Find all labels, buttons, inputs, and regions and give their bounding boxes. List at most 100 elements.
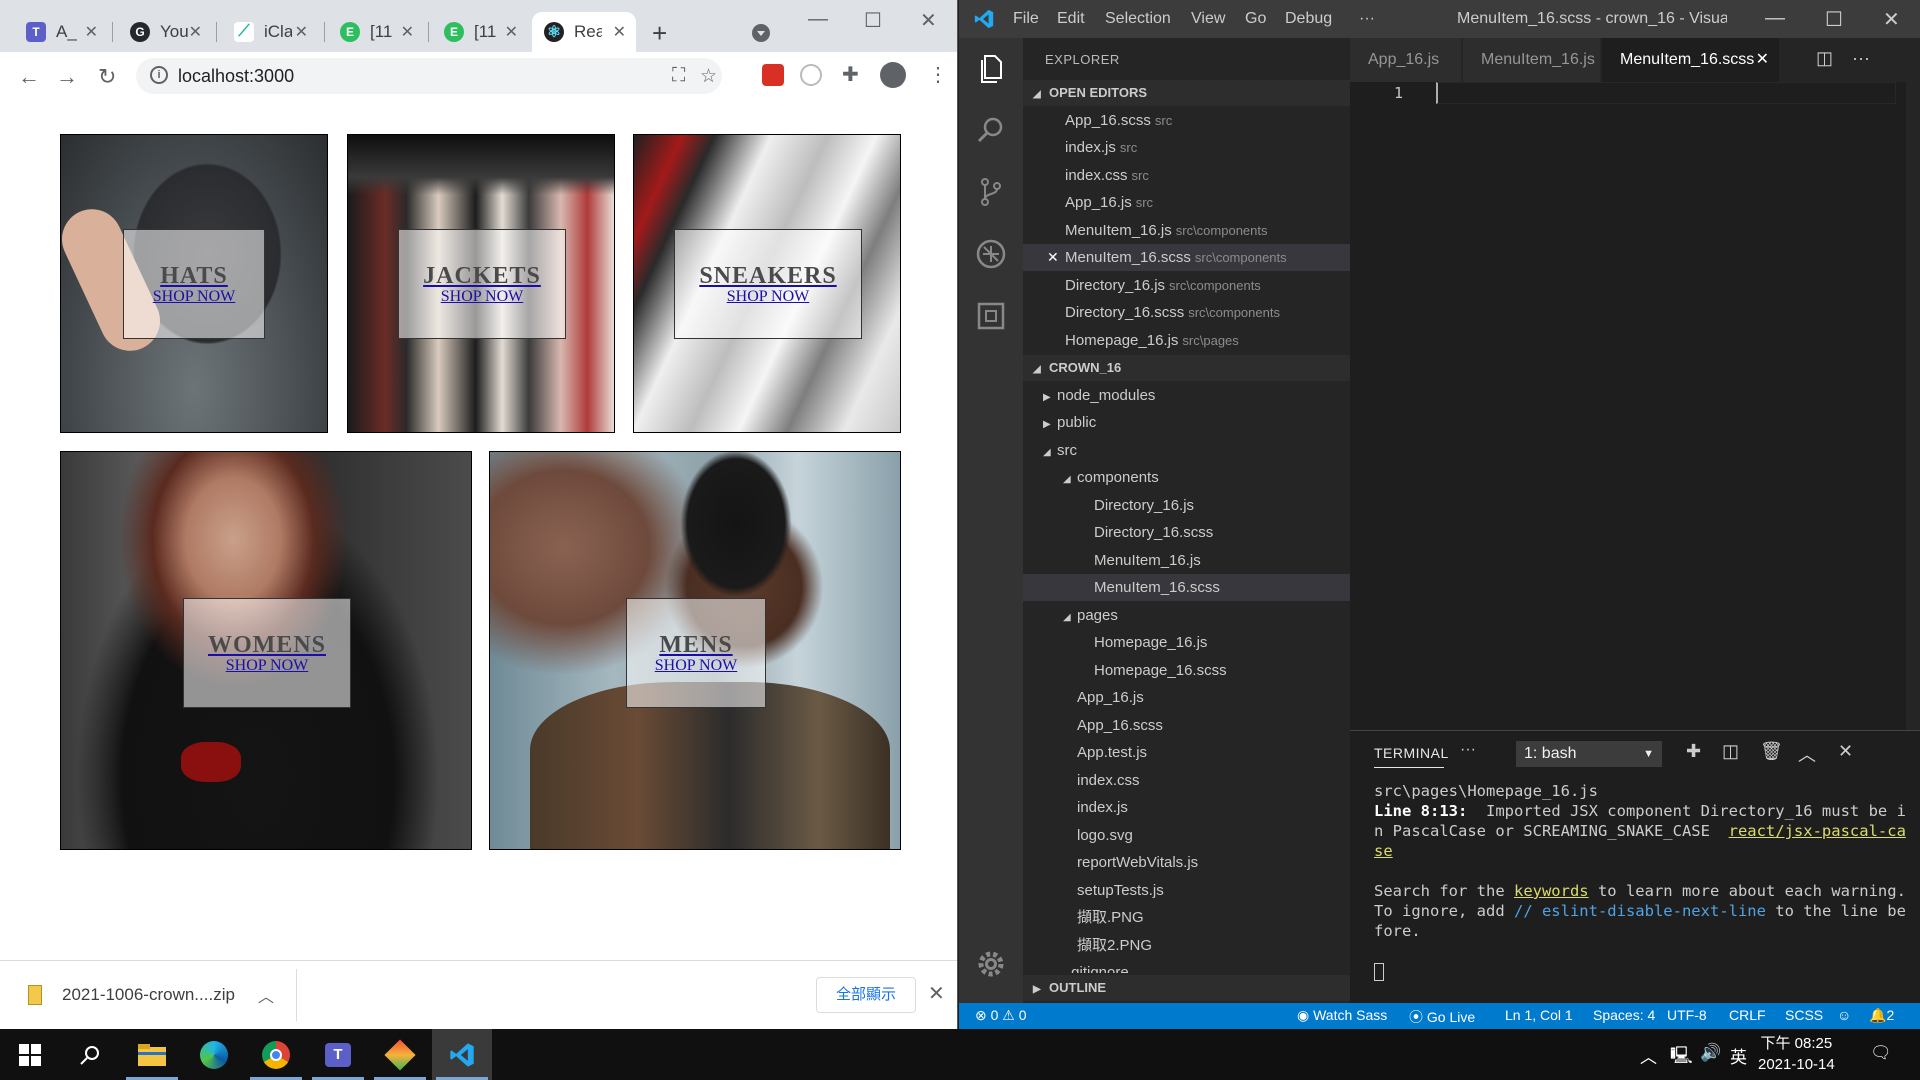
close-icon[interactable]: ✕: [189, 22, 202, 42]
browser-tab[interactable]: E [11 ✕: [328, 12, 424, 52]
scrollbar[interactable]: [1906, 82, 1920, 730]
browser-tab[interactable]: ⟋ iCla ✕: [222, 12, 318, 52]
extensions-icon[interactable]: [975, 300, 1007, 332]
info-icon[interactable]: i: [150, 66, 168, 84]
browser-tab[interactable]: E [11 ✕: [432, 12, 528, 52]
taskbar-edge[interactable]: [184, 1029, 244, 1080]
back-arrow-icon[interactable]: ←: [18, 64, 40, 90]
open-editor-item[interactable]: App_16.scss src: [1023, 107, 1350, 134]
close-icon[interactable]: ✕: [1838, 741, 1853, 762]
menu-item-jackets[interactable]: JACKETS SHOP NOW: [347, 134, 615, 433]
menu-selection[interactable]: Selection: [1105, 10, 1171, 28]
system-clock[interactable]: 下午 08:25 2021-10-14: [1758, 1033, 1835, 1075]
notification-center-icon[interactable]: 🗨: [1870, 1043, 1892, 1063]
plus-icon[interactable]: ✚: [1686, 741, 1701, 762]
trash-icon[interactable]: 🗑: [1760, 741, 1783, 762]
tree-file[interactable]: 擷取.PNG: [1023, 904, 1350, 931]
keywords-link[interactable]: keywords: [1514, 882, 1589, 900]
chevron-up-icon[interactable]: ︿: [258, 983, 274, 1007]
encoding[interactable]: UTF-8: [1667, 1007, 1707, 1023]
close-icon[interactable]: ✕: [295, 22, 308, 42]
editor-tab[interactable]: MenuItem_16.js: [1463, 38, 1601, 82]
more-actions-icon[interactable]: ···: [1852, 48, 1870, 69]
shop-now-link[interactable]: SHOP NOW: [655, 657, 738, 675]
input-method-indicator[interactable]: 英: [1730, 1043, 1747, 1068]
extension-red-icon[interactable]: [762, 64, 784, 86]
open-editor-item[interactable]: Homepage_16.js src\pages: [1023, 327, 1350, 354]
avatar[interactable]: [880, 62, 906, 88]
tree-file[interactable]: index.css: [1023, 767, 1350, 794]
close-icon[interactable]: ✕: [1756, 38, 1769, 82]
tree-file[interactable]: reportWebVitals.js: [1023, 849, 1350, 876]
open-editor-item[interactable]: Directory_16.scss src\components: [1023, 299, 1350, 326]
terminal-selector[interactable]: 1: bash ▼: [1516, 741, 1662, 767]
outline-header[interactable]: ▶ OUTLINE: [1023, 975, 1350, 1001]
show-all-button[interactable]: 全部顯示: [816, 977, 916, 1013]
browser-tab[interactable]: G You ✕: [118, 12, 212, 52]
open-editors-header[interactable]: ◢ OPEN EDITORS: [1023, 80, 1350, 106]
tree-file[interactable]: App_16.scss: [1023, 712, 1350, 739]
menu-debug[interactable]: Debug: [1285, 10, 1332, 28]
taskbar-teams[interactable]: T: [308, 1029, 368, 1080]
gear-icon[interactable]: [975, 948, 1007, 980]
maximize-button[interactable]: ☐: [864, 8, 882, 33]
tree-file[interactable]: Homepage_16.scss: [1023, 657, 1350, 684]
split-terminal-icon[interactable]: ◫: [1722, 741, 1739, 762]
tree-file[interactable]: Homepage_16.js: [1023, 629, 1350, 656]
menu-item-title[interactable]: MENS: [659, 632, 732, 659]
shop-now-link[interactable]: SHOP NOW: [153, 288, 236, 306]
tree-file[interactable]: Directory_16.scss: [1023, 519, 1350, 546]
menu-item-content[interactable]: MENS SHOP NOW: [626, 598, 766, 708]
search-button[interactable]: [60, 1029, 120, 1080]
taskbar-vscode[interactable]: [432, 1029, 492, 1080]
tree-file[interactable]: setupTests.js: [1023, 877, 1350, 904]
menu-go[interactable]: Go: [1245, 10, 1266, 28]
open-editor-item-active[interactable]: ✕ MenuItem_16.scss src\components: [1023, 244, 1350, 271]
open-editor-item[interactable]: index.css src: [1023, 162, 1350, 189]
chevron-up-icon[interactable]: ︿: [1640, 1043, 1657, 1068]
shop-now-link[interactable]: SHOP NOW: [727, 288, 810, 306]
menu-kebab-icon[interactable]: ⋮: [928, 62, 948, 87]
menu-edit[interactable]: Edit: [1057, 10, 1085, 28]
menu-more[interactable]: ···: [1359, 10, 1375, 28]
split-editor-icon[interactable]: ◫: [1816, 48, 1833, 69]
close-window-button[interactable]: ✕: [1883, 7, 1900, 32]
translate-icon[interactable]: ⛶: [672, 65, 685, 87]
menu-file[interactable]: File: [1013, 10, 1039, 28]
close-icon[interactable]: ✕: [928, 981, 945, 1006]
shop-now-link[interactable]: SHOP NOW: [226, 657, 309, 675]
volume-icon[interactable]: 🔊: [1700, 1043, 1721, 1063]
address-bar[interactable]: i localhost:3000 ⛶ ☆: [136, 58, 722, 94]
tree-folder[interactable]: ◢ pages: [1023, 602, 1350, 629]
tree-file[interactable]: App_16.js: [1023, 684, 1350, 711]
taskbar-chrome[interactable]: [246, 1029, 306, 1080]
download-file-name[interactable]: 2021-1006-crown....zip: [62, 985, 235, 1005]
minimize-button[interactable]: —: [808, 8, 828, 31]
watch-sass-button[interactable]: ◉ Watch Sass: [1297, 1007, 1387, 1024]
open-editor-item[interactable]: index.js src: [1023, 134, 1350, 161]
menu-item-mens[interactable]: MENS SHOP NOW: [489, 451, 901, 850]
more-actions-icon[interactable]: ···: [1460, 741, 1476, 759]
close-icon[interactable]: ✕: [85, 22, 98, 42]
tree-file-selected[interactable]: MenuItem_16.scss: [1023, 574, 1350, 601]
go-live-button[interactable]: ⦿ Go Live: [1409, 1007, 1475, 1027]
cursor-position[interactable]: Ln 1, Col 1: [1505, 1007, 1573, 1023]
open-editor-item[interactable]: App_16.js src: [1023, 189, 1350, 216]
open-editor-item[interactable]: MenuItem_16.js src\components: [1023, 217, 1350, 244]
tree-file[interactable]: .gitignore: [1023, 959, 1350, 973]
tree-folder[interactable]: ◢ src: [1023, 437, 1350, 464]
new-tab-button[interactable]: +: [652, 18, 667, 49]
close-icon[interactable]: ✕: [613, 22, 626, 42]
close-icon[interactable]: ✕: [1047, 244, 1059, 271]
search-icon[interactable]: [975, 114, 1007, 146]
problems-indicator[interactable]: ⊗ 0 ⚠ 0: [975, 1007, 1027, 1024]
menu-item-content[interactable]: SNEAKERS SHOP NOW: [674, 229, 862, 339]
tree-file[interactable]: 擷取2.PNG: [1023, 932, 1350, 959]
notifications-bell-icon[interactable]: 🔔2: [1869, 1007, 1894, 1024]
terminal-tab[interactable]: TERMINAL: [1374, 745, 1449, 768]
terminal-output[interactable]: src\pages\Homepage_16.js Line 8:13: Impo…: [1374, 781, 1910, 981]
menu-item-title[interactable]: HATS: [160, 263, 228, 290]
feedback-smiley-icon[interactable]: ☺: [1837, 1007, 1851, 1023]
browser-tab[interactable]: T A_ ✕: [14, 12, 108, 52]
tree-folder[interactable]: ◢ components: [1023, 464, 1350, 491]
